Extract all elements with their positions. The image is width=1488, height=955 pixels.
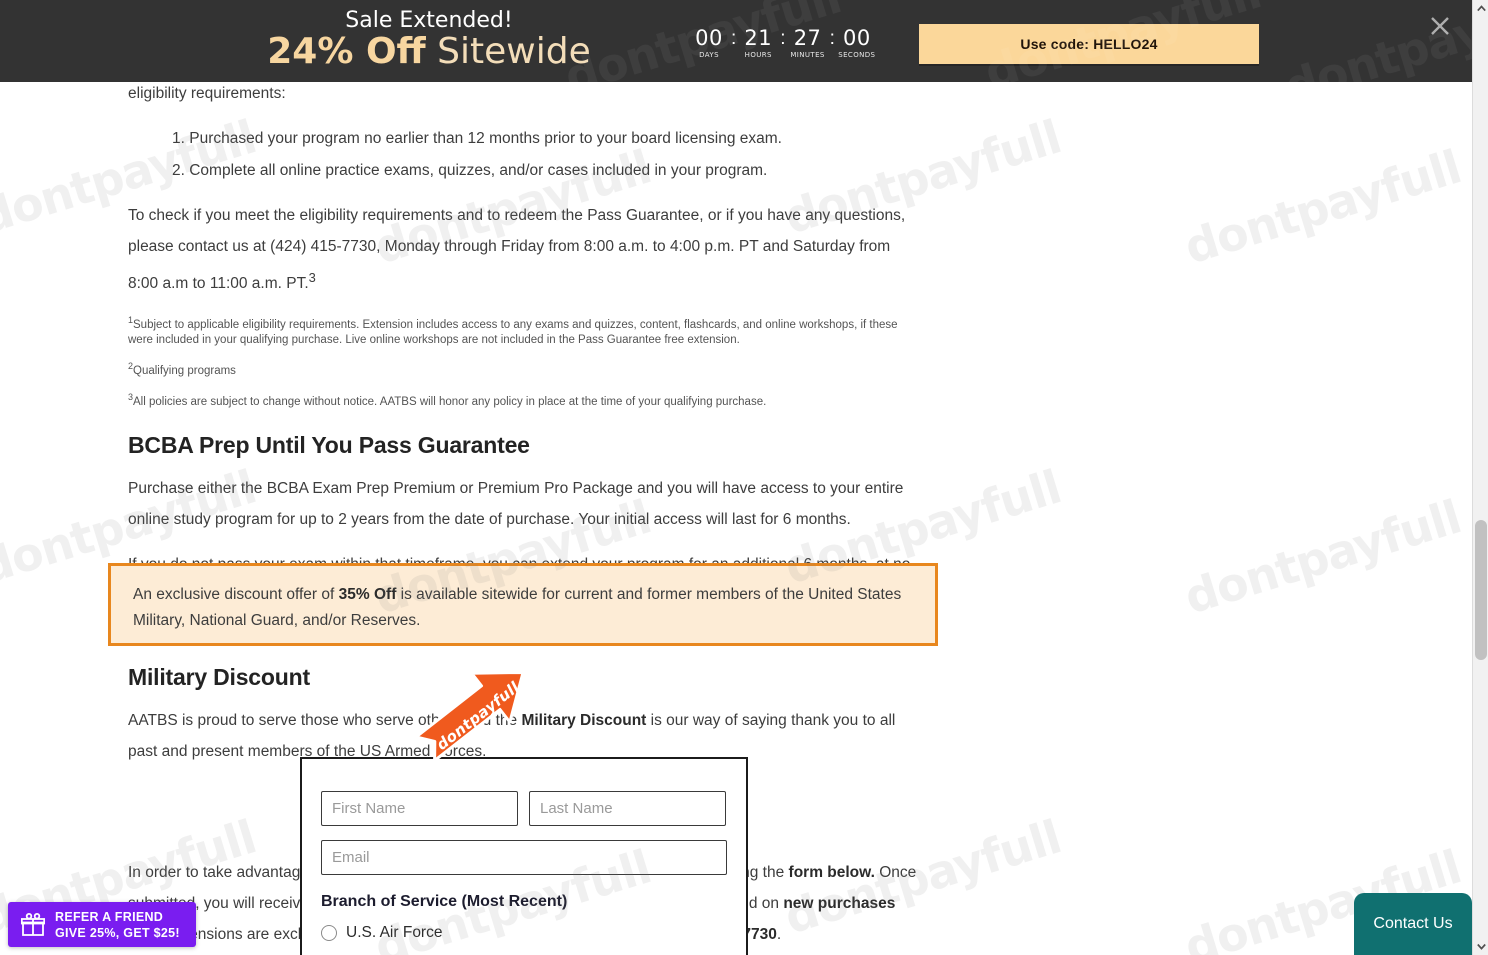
close-icon[interactable] [1424,10,1456,42]
military-section-heading: Military Discount [128,663,310,690]
footnote-2: 2Qualifying programs [128,359,918,379]
contact-paragraph: To check if you meet the eligibility req… [128,200,918,299]
countdown-hours-label: HOURS [744,51,772,59]
countdown-timer: 00 DAYS : 21 HOURS : 27 MINUTES : 00 SEC… [690,26,876,60]
countdown-seconds: 00 SECONDS [838,26,876,60]
refer-widget-text: REFER A FRIEND GIVE 25%, GET $25! [55,909,180,941]
footnote-2-text: Qualifying programs [133,364,236,377]
chevron-up-glyph [1476,5,1486,12]
highlight-paragraph: An exclusive discount offer of 35% Off i… [133,582,913,634]
footnote-1-text: Subject to applicable eligibility requir… [128,318,898,346]
last-name-input[interactable] [529,791,726,826]
scrollbar-thumb[interactable] [1475,520,1487,660]
countdown-minutes-label: MINUTES [790,51,825,59]
countdown-minutes: 27 MINUTES [789,26,827,60]
bcba-section-heading: BCBA Prep Until You Pass Guarantee [128,431,530,458]
list-item: 1. Purchased your program no earlier tha… [172,130,782,147]
countdown-seconds-label: SECONDS [838,51,876,59]
highlight-35-percent-off: 35% Off [338,586,397,603]
name-fields-row [321,791,727,826]
promo-offer-line: 24% Off Sitewide [264,34,594,70]
sale-extended-text: Sale Extended! [345,8,513,33]
military-discount-bold: Military Discount [521,711,647,729]
countdown-hours: 21 HOURS [739,26,777,60]
footnote-3-text: All policies are subject to change witho… [133,395,767,408]
footnote-marker-3: 3 [308,270,316,285]
footnote-3: 3All policies are subject to change with… [128,390,918,410]
eligibility-requirements-list: 1. Purchased your program no earlier tha… [128,123,918,186]
highlight-part-a: An exclusive discount offer of [133,586,339,603]
countdown-separator: : [829,28,835,49]
page-root: eligibility requirements: 1. Purchased y… [0,0,1488,955]
promo-headline: Sale Extended! 24% Off Sitewide [264,10,594,70]
radio-option-air-force[interactable]: U.S. Air Force [321,924,727,942]
military-discount-highlight-box: An exclusive discount offer of 35% Off i… [108,563,938,646]
countdown-days-value: 00 [695,26,723,50]
promo-banner: dontpayfull dontpayfull dontpayfull Sale… [0,0,1472,82]
countdown-separator: : [780,28,786,49]
chevron-down-glyph [1476,943,1486,950]
page-document: eligibility requirements: 1. Purchased y… [0,0,1472,955]
gift-icon [21,912,45,936]
radio-label-air-force: U.S. Air Force [346,924,443,941]
promo-percent-off: 24% Off [267,31,426,72]
branch-of-service-label: Branch of Service (Most Recent) [321,893,568,910]
intro-tail-text: eligibility requirements: [128,85,286,102]
refer-a-friend-widget[interactable]: REFER A FRIEND GIVE 25%, GET $25! [8,902,196,947]
radio-circle-icon[interactable] [321,925,337,941]
scroll-up-arrow-icon[interactable] [1473,0,1488,17]
countdown-minutes-value: 27 [793,26,822,50]
countdown-hours-value: 21 [744,26,773,50]
vertical-scrollbar[interactable] [1472,0,1488,955]
refer-line-2: GIVE 25%, GET $25! [55,925,180,940]
footnote-1: 1Subject to applicable eligibility requi… [128,313,918,348]
use-code-button[interactable]: Use code: HELLO24 [919,24,1259,64]
bcba-paragraph-1: Purchase either the BCBA Exam Prep Premi… [128,479,904,528]
promo-banner-inner: Sale Extended! 24% Off Sitewide 00 DAYS … [0,0,1472,82]
countdown-seconds-value: 00 [842,26,871,50]
contact-us-button[interactable]: Contact Us [1354,893,1472,955]
military-discount-form: Branch of Service (Most Recent) U.S. Air… [300,757,748,955]
list-item: 2. Complete all online practice exams, q… [172,162,768,179]
close-x-glyph [1431,17,1449,35]
refer-line-1: REFER A FRIEND [55,909,164,924]
promo-sitewide: Sitewide [425,31,591,72]
first-name-input[interactable] [321,791,518,826]
form-below-bold: form below. [788,863,875,881]
military-p3-part-e: . [776,925,782,943]
contact-paragraph-text: To check if you meet the eligibility req… [128,207,906,293]
scroll-down-arrow-icon[interactable] [1473,938,1488,955]
countdown-separator: : [731,28,737,49]
countdown-days-label: DAYS [699,51,719,59]
military-p1-part-a: AATBS is proud to serve those who serve … [128,711,522,729]
countdown-days: 00 DAYS [690,26,728,60]
email-input[interactable] [321,840,727,875]
